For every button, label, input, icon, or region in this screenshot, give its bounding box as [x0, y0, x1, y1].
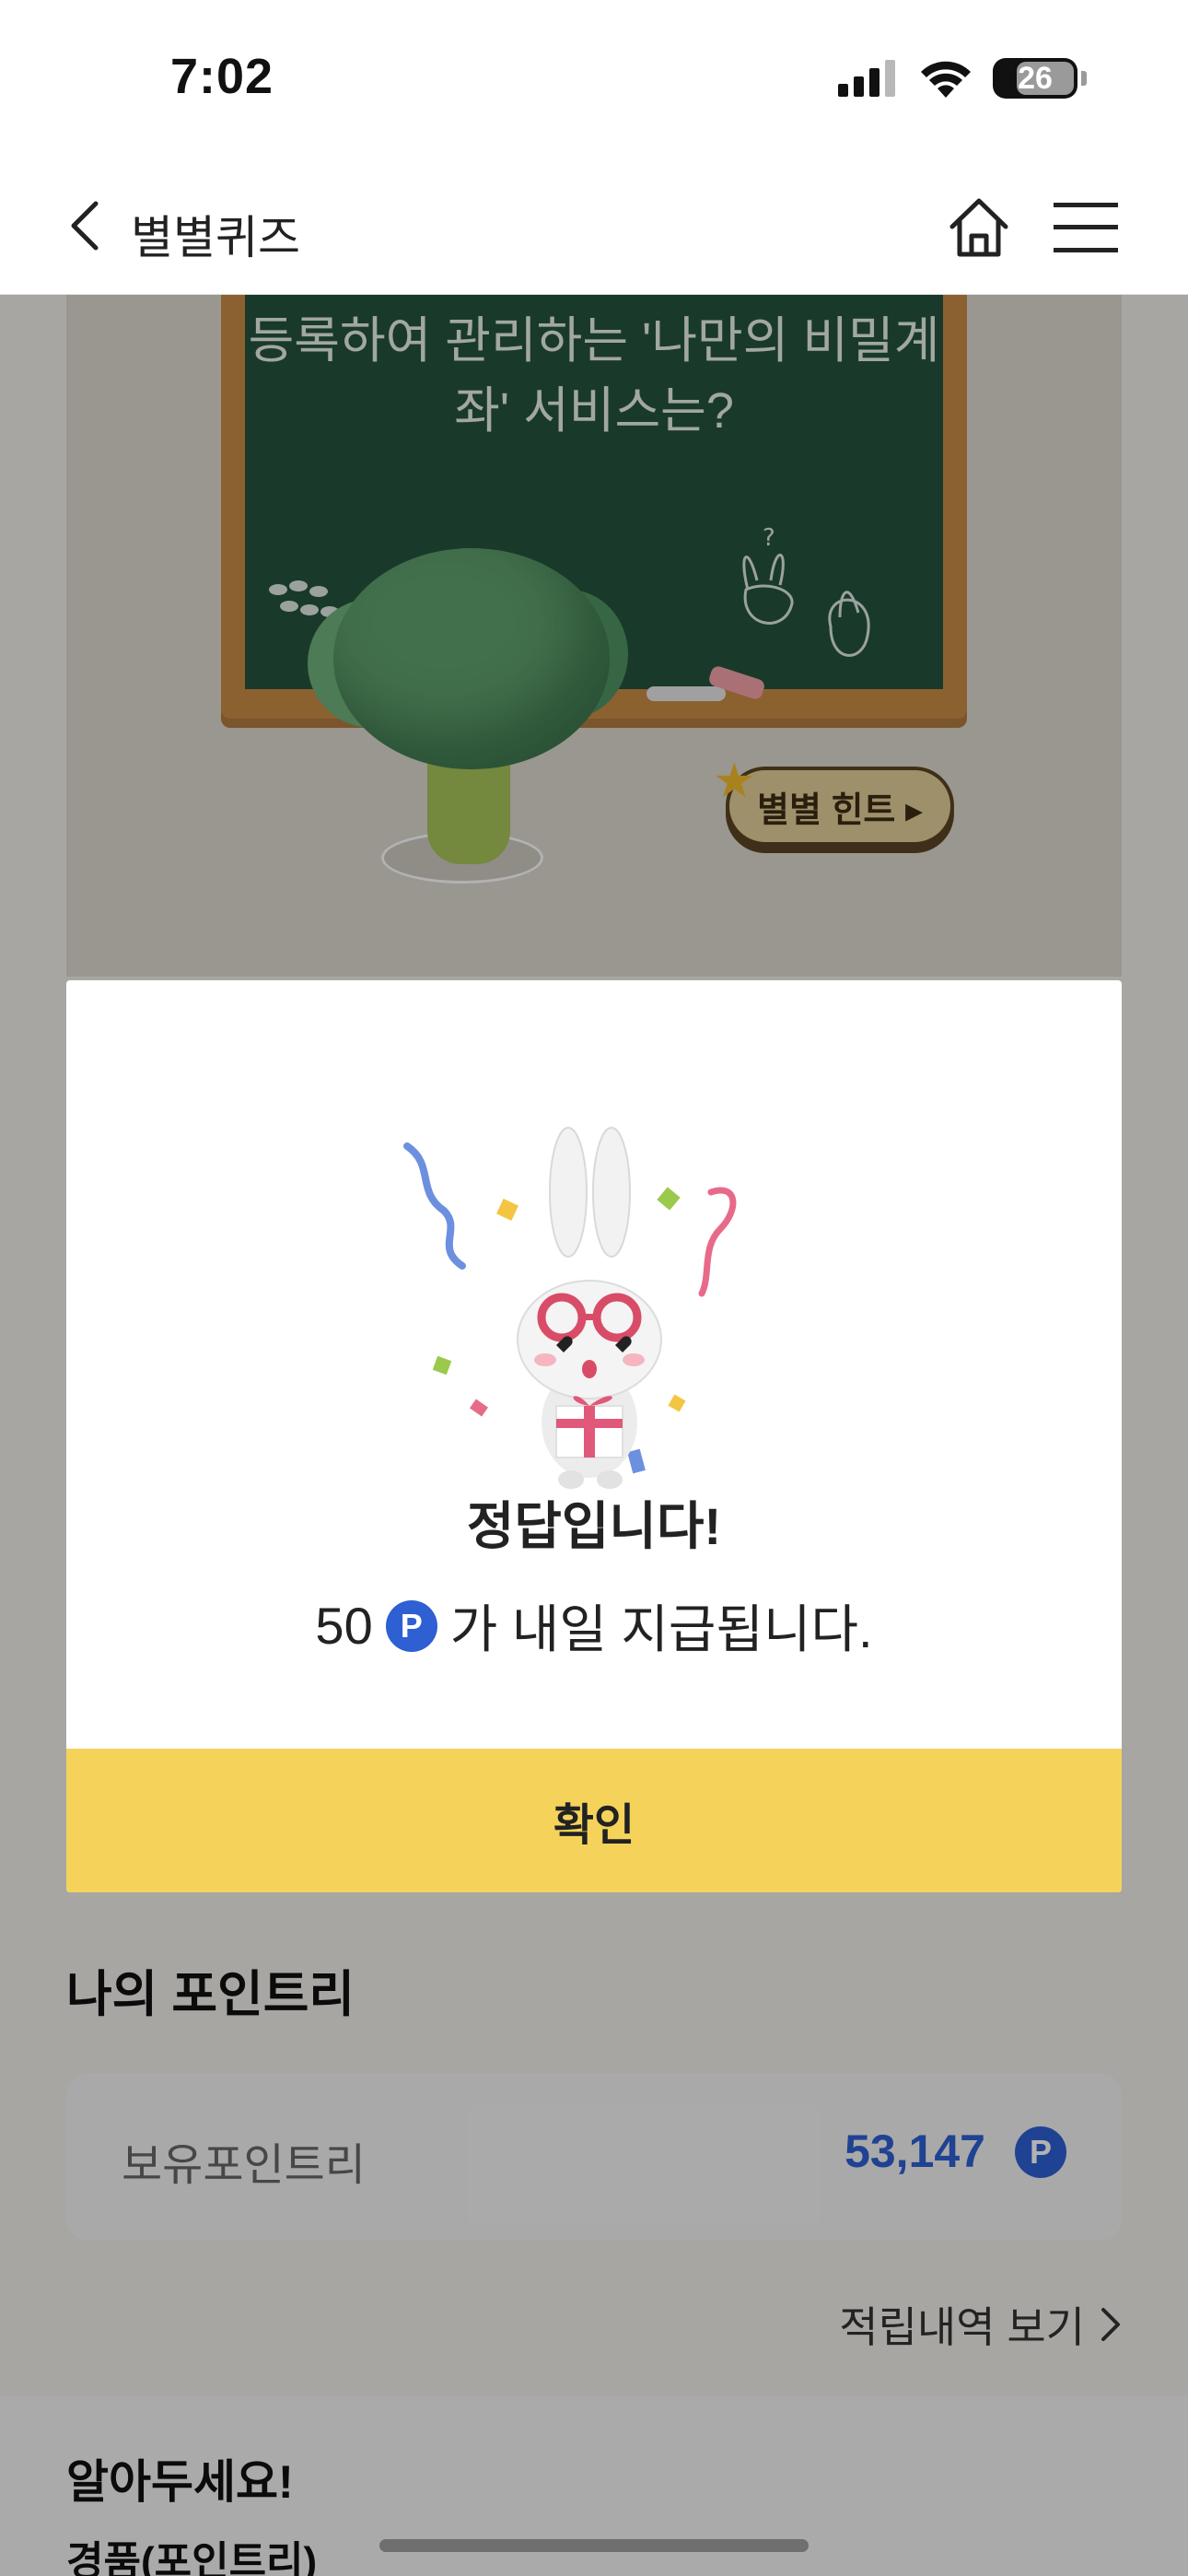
- modal-title: 정답입니다!: [466, 1497, 722, 1555]
- wifi-icon: [921, 61, 971, 98]
- status-icons: 26: [838, 55, 1087, 101]
- home-indicator[interactable]: [379, 2539, 809, 2552]
- reward-message: 가 내일 지급됩니다.: [449, 1600, 873, 1658]
- hamburger-menu-icon[interactable]: [1054, 201, 1118, 254]
- reward-amount: 50: [315, 1597, 373, 1655]
- battery-icon: 26: [993, 58, 1077, 99]
- confirm-button[interactable]: 확인: [66, 1749, 1122, 1892]
- battery-level: 26: [1018, 60, 1053, 96]
- cellular-signal-icon: [838, 60, 895, 97]
- status-bar: 7:02 26: [0, 0, 1188, 157]
- back-chevron-icon[interactable]: [61, 198, 116, 253]
- home-icon[interactable]: [945, 195, 1013, 260]
- celebrating-rabbit-illustration: [403, 1127, 737, 1489]
- status-time: 7:02: [170, 49, 274, 104]
- page-title: 별별퀴즈: [131, 212, 300, 263]
- modal-message: 50 P 가 내일 지급됩니다.: [66, 1588, 1122, 1663]
- nav-bar: 별별퀴즈: [0, 157, 1188, 295]
- result-modal: 정답입니다! 50 P 가 내일 지급됩니다. 확인: [66, 980, 1122, 1892]
- battery-cap: [1081, 71, 1087, 86]
- point-badge-icon: P: [385, 1599, 437, 1652]
